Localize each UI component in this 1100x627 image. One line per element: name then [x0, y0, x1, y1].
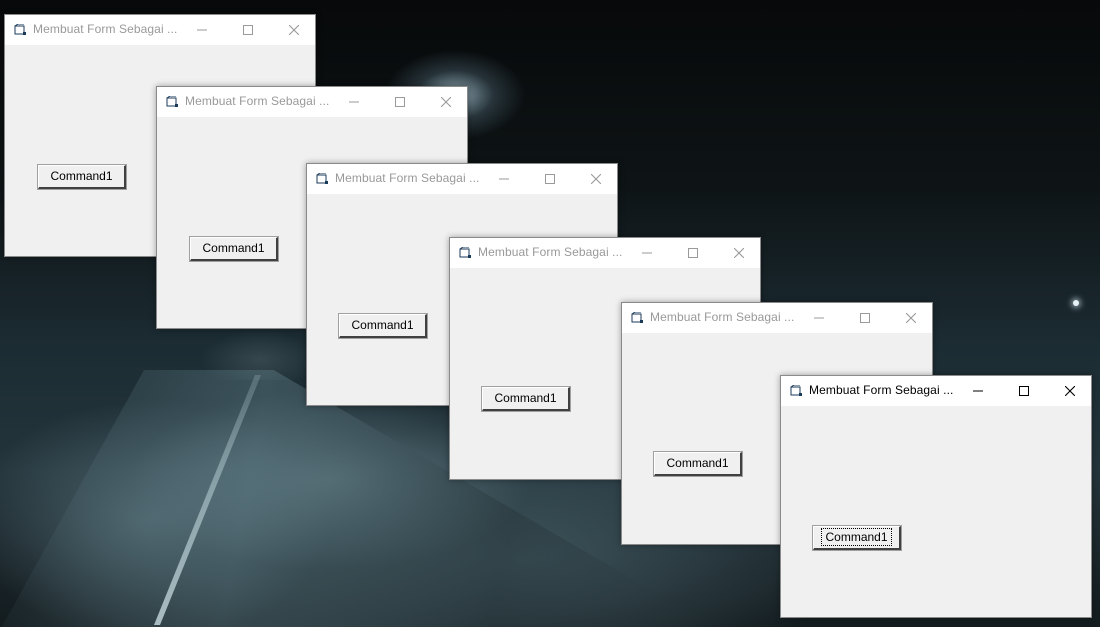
- form-window-6-active[interactable]: Membuat Form Sebagai ... Command1: [780, 375, 1092, 618]
- wallpaper-light: [1073, 300, 1079, 306]
- maximize-icon: [545, 174, 555, 184]
- vb-form-icon: [459, 247, 471, 258]
- close-icon: [734, 248, 744, 258]
- maximize-icon: [688, 248, 698, 258]
- command1-button[interactable]: Command1: [481, 386, 571, 412]
- window-title: Membuat Form Sebagai ...: [33, 22, 178, 36]
- vb-form-icon: [14, 24, 26, 35]
- title-bar[interactable]: Membuat Form Sebagai ...: [157, 87, 467, 117]
- minimize-button[interactable]: [481, 164, 527, 194]
- close-icon: [289, 25, 299, 35]
- vb-form-icon: [790, 385, 802, 396]
- close-button[interactable]: [888, 303, 934, 333]
- minimize-icon: [814, 317, 824, 319]
- button-label: Command1: [202, 241, 265, 255]
- window-title: Membuat Form Sebagai ...: [809, 383, 954, 397]
- maximize-button[interactable]: [842, 303, 888, 333]
- title-bar[interactable]: Membuat Form Sebagai ...: [622, 303, 932, 333]
- vb-form-icon: [316, 173, 328, 184]
- maximize-icon: [395, 97, 405, 107]
- maximize-button[interactable]: [225, 15, 271, 45]
- maximize-button[interactable]: [670, 238, 716, 268]
- minimize-icon: [642, 252, 652, 254]
- minimize-icon: [973, 390, 983, 392]
- close-icon: [591, 174, 601, 184]
- window-title: Membuat Form Sebagai ...: [650, 310, 795, 324]
- title-bar[interactable]: Membuat Form Sebagai ...: [781, 376, 1091, 406]
- button-label: Command1: [821, 528, 892, 546]
- command1-button[interactable]: Command1: [338, 313, 428, 339]
- close-button[interactable]: [573, 164, 619, 194]
- close-button[interactable]: [716, 238, 762, 268]
- title-bar[interactable]: Membuat Form Sebagai ...: [307, 164, 617, 194]
- maximize-icon: [243, 25, 253, 35]
- title-bar[interactable]: Membuat Form Sebagai ...: [450, 238, 760, 268]
- command1-button[interactable]: Command1: [653, 451, 743, 477]
- window-title: Membuat Form Sebagai ...: [478, 245, 623, 259]
- button-label: Command1: [351, 318, 414, 332]
- minimize-icon: [349, 101, 359, 103]
- window-title: Membuat Form Sebagai ...: [335, 171, 480, 185]
- desktop: Membuat Form Sebagai ... Command1 Membua…: [0, 0, 1100, 627]
- button-label: Command1: [666, 456, 729, 470]
- button-label: Command1: [50, 169, 113, 183]
- window-title: Membuat Form Sebagai ...: [185, 94, 330, 108]
- maximize-icon: [860, 313, 870, 323]
- close-icon: [1065, 386, 1075, 396]
- close-icon: [441, 97, 451, 107]
- close-button[interactable]: [423, 87, 469, 117]
- maximize-button[interactable]: [377, 87, 423, 117]
- minimize-icon: [197, 29, 207, 31]
- button-label: Command1: [494, 391, 557, 405]
- command1-button[interactable]: Command1: [37, 164, 127, 190]
- close-button[interactable]: [271, 15, 317, 45]
- minimize-button[interactable]: [955, 376, 1001, 406]
- minimize-button[interactable]: [179, 15, 225, 45]
- vb-form-icon: [631, 312, 643, 323]
- minimize-button[interactable]: [624, 238, 670, 268]
- minimize-button[interactable]: [796, 303, 842, 333]
- command1-button[interactable]: Command1: [189, 236, 279, 262]
- close-icon: [906, 313, 916, 323]
- command1-button[interactable]: Command1: [812, 525, 902, 551]
- minimize-icon: [499, 178, 509, 180]
- maximize-icon: [1019, 386, 1029, 396]
- maximize-button[interactable]: [527, 164, 573, 194]
- close-button[interactable]: [1047, 376, 1093, 406]
- vb-form-icon: [166, 96, 178, 107]
- minimize-button[interactable]: [331, 87, 377, 117]
- title-bar[interactable]: Membuat Form Sebagai ...: [5, 15, 315, 45]
- maximize-button[interactable]: [1001, 376, 1047, 406]
